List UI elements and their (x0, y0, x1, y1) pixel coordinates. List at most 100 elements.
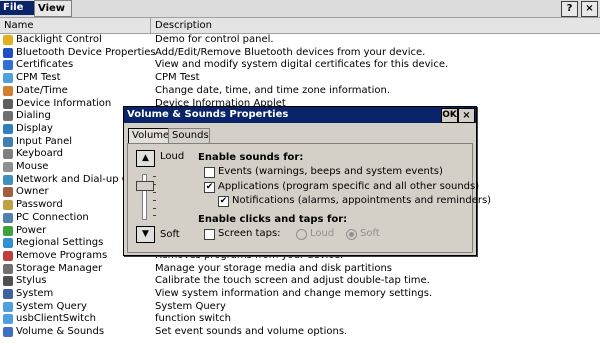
applet-icon (3, 187, 13, 198)
applet-name: Display (16, 122, 53, 134)
applet-icon (3, 174, 13, 185)
dialog-close-button[interactable]: × (458, 108, 475, 123)
applet-name: Mouse (16, 161, 49, 172)
list-item[interactable]: Certificates View and modify system digit… (0, 59, 600, 72)
applet-description: function switch (155, 313, 231, 325)
volume-tab-panel: ▲ Loud ▼ Soft Enable sounds for: Events … (127, 143, 491, 253)
applet-icon (3, 238, 13, 249)
menubar: File View ? × (0, 0, 600, 18)
volume-slider-thumb[interactable] (136, 181, 154, 192)
applet-icon (3, 200, 13, 211)
applet-name: Date/Time (16, 84, 68, 96)
menu-view[interactable]: View (34, 0, 72, 17)
applet-name: Remove Programs (16, 249, 108, 261)
applet-name: CPM Test (16, 72, 61, 84)
applet-icon (3, 276, 13, 287)
applet-icon (3, 289, 13, 299)
applet-name: Power (16, 224, 47, 236)
tab-sounds[interactable]: Sounds (168, 128, 210, 143)
close-button[interactable]: × (581, 1, 598, 17)
applet-description: View and modify system digital certifica… (155, 59, 449, 71)
list-item[interactable]: Date/Time Change date, time, and time zon… (0, 85, 600, 98)
column-header-description[interactable]: Description (151, 18, 595, 33)
applet-description: Demo for control panel. (155, 34, 274, 45)
radio-soft[interactable] (346, 229, 357, 240)
loud-label: Loud (160, 151, 185, 162)
applet-icon (3, 98, 13, 109)
applet-name: usbClientSwitch (16, 313, 96, 325)
applet-description: View system information and change memor… (155, 288, 433, 299)
applet-description: Calibrate the touch screen and adjust do… (155, 275, 430, 287)
applet-name: Dialing (16, 110, 51, 122)
list-item[interactable]: Storage Manager Manage your storage media… (0, 263, 600, 276)
slider-ticks (153, 176, 157, 216)
applet-name: Device Information (16, 97, 112, 109)
applet-icon (3, 123, 13, 134)
applet-name: System (16, 288, 54, 299)
applet-icon (3, 60, 13, 71)
applet-description: Change date, time, and time zone informa… (155, 84, 391, 96)
up-arrow-icon: ▲ (142, 153, 149, 163)
applet-icon (3, 85, 13, 96)
list-header: Name Description (0, 18, 600, 34)
screen-taps-label[interactable]: Screen taps: (218, 228, 281, 239)
applet-name: Keyboard (16, 148, 64, 160)
applet-icon (3, 111, 13, 122)
applications-label[interactable]: Applications (program specific and all o… (218, 181, 479, 192)
applet-name: System Query (16, 300, 87, 312)
screen-taps-checkbox[interactable] (204, 229, 215, 240)
volume-sounds-dialog: Volume & Sounds Properties OK × Volume S… (123, 106, 491, 256)
applet-icon (3, 314, 13, 325)
applet-name: Volume & Sounds (16, 326, 105, 338)
column-header-name[interactable]: Name (0, 18, 151, 33)
applet-icon (3, 136, 13, 147)
applet-description: Add/Edit/Remove Bluetooth devices from y… (155, 46, 426, 58)
applet-description: Set event sounds and volume options. (155, 326, 348, 338)
applications-checkbox[interactable]: ✔ (204, 182, 215, 193)
soft-label: Soft (160, 229, 180, 240)
applet-name: PC Connection (16, 211, 89, 223)
list-item[interactable]: Stylus Calibrate the touch screen and adj… (0, 275, 600, 288)
ok-button[interactable]: OK (441, 108, 458, 123)
enable-clicks-heading: Enable clicks and taps for: (198, 214, 348, 225)
applet-name: Stylus (16, 275, 47, 287)
volume-down-button[interactable]: ▼ (136, 226, 155, 243)
enable-sounds-heading: Enable sounds for: (198, 152, 304, 163)
events-checkbox[interactable] (204, 167, 215, 178)
list-item[interactable]: CPM Test CPM Test (0, 72, 600, 85)
list-item[interactable]: Backlight Control Demo for control panel. (0, 34, 600, 47)
applet-description: Manage your storage media and disk parti… (155, 262, 393, 274)
radio-loud-label: Loud (310, 228, 335, 239)
radio-soft-label: Soft (360, 228, 380, 239)
list-item[interactable]: usbClientSwitch function switch (0, 313, 600, 326)
volume-up-button[interactable]: ▲ (136, 150, 155, 167)
list-item[interactable]: System Query System Query (0, 301, 600, 314)
down-arrow-icon: ▼ (142, 229, 149, 239)
help-button[interactable]: ? (561, 1, 578, 17)
applet-icon (3, 47, 13, 58)
applet-icon (3, 301, 13, 312)
list-item[interactable]: System View system information and change… (0, 288, 600, 301)
applet-icon (3, 250, 13, 261)
radio-loud[interactable] (296, 229, 307, 240)
applet-name: Bluetooth Device Properties (16, 46, 156, 58)
applet-icon (3, 73, 13, 84)
notifications-label[interactable]: Notifications (alarms, appointments and … (232, 195, 491, 206)
list-item[interactable]: Volume & Sounds Set event sounds and volu… (0, 326, 600, 339)
applet-name: Regional Settings (16, 237, 104, 249)
menu-file[interactable]: File (0, 1, 34, 15)
events-label[interactable]: Events (warnings, beeps and system event… (218, 166, 443, 177)
dialog-titlebar: Volume & Sounds Properties OK × (124, 107, 476, 123)
applet-icon (3, 162, 13, 172)
list-item[interactable]: Bluetooth Device Properties Add/Edit/Remo… (0, 47, 600, 60)
applet-icon (3, 149, 13, 160)
notifications-checkbox[interactable]: ✔ (218, 196, 229, 207)
applet-name: Owner (16, 186, 49, 198)
dialog-title: Volume & Sounds Properties (127, 109, 289, 120)
applet-name: Input Panel (16, 135, 73, 147)
applet-icon (3, 225, 13, 236)
applet-description: CPM Test (155, 72, 200, 84)
applet-icon (3, 263, 13, 274)
applet-description: System Query (155, 300, 226, 312)
tab-volume[interactable]: Volume (128, 128, 170, 143)
